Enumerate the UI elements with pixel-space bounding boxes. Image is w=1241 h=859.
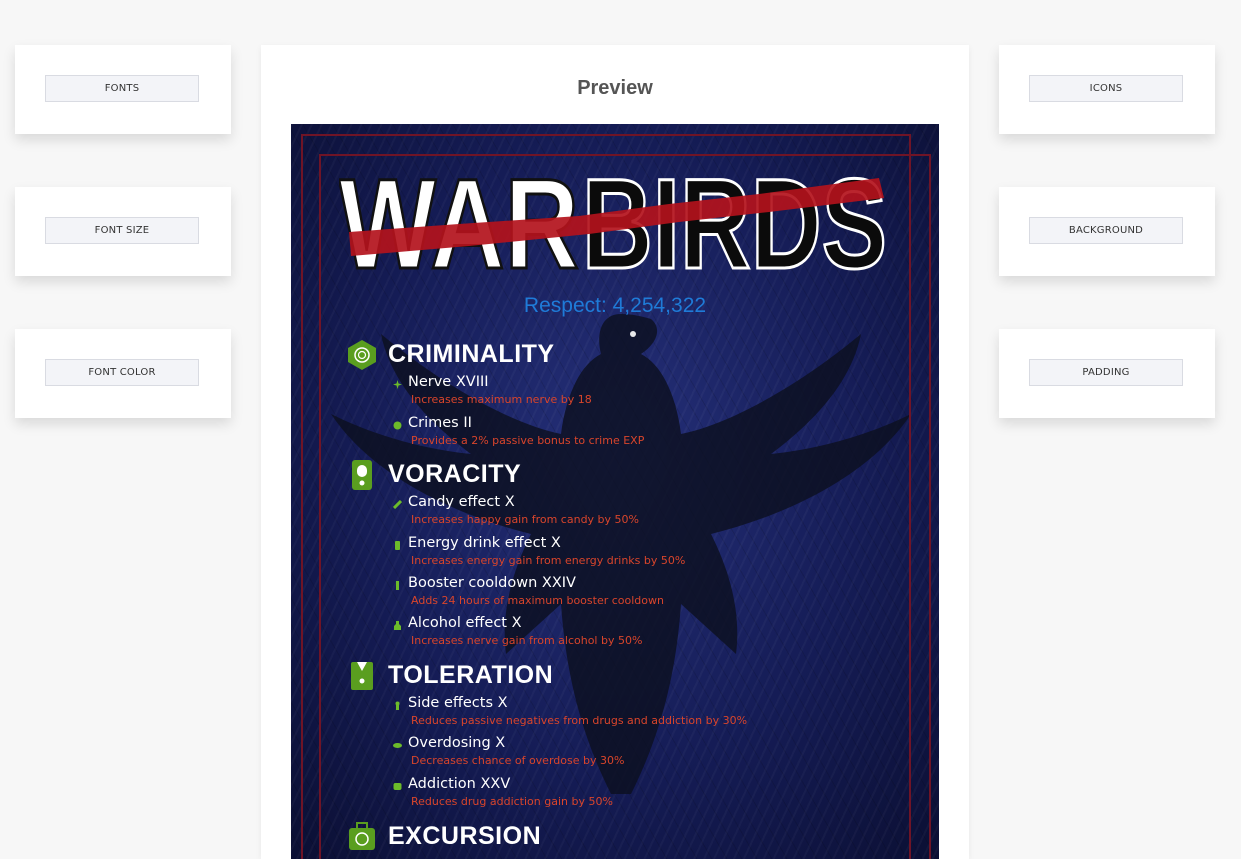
overdose-icon (393, 743, 402, 748)
background-card: BACKGROUND (999, 187, 1215, 276)
perk-desc: Reduces passive negatives from drugs and… (411, 714, 748, 727)
fingerprint-icon (348, 340, 376, 370)
perk-desc: Adds 24 hours of maximum booster cooldow… (411, 594, 664, 607)
section-title-criminality: CRIMINALITY (388, 340, 555, 368)
perk-desc: Provides a 2% passive bonus to crime EXP (411, 434, 645, 447)
font-size-button[interactable]: FONT SIZE (45, 217, 199, 244)
perk-name: Addiction XXV (408, 776, 511, 792)
perk-desc: Increases happy gain from candy by 50% (411, 513, 639, 526)
perk-desc: Increases nerve gain from alcohol by 50% (411, 634, 643, 647)
preview-panel: Preview WAR BIRDS Respect: 4,254,322 CRI… (261, 45, 969, 859)
perk-name: Crimes II (408, 415, 472, 431)
alcohol-icon (394, 621, 401, 630)
perk-name: Booster cooldown XXIV (408, 575, 576, 591)
section-title-excursion: EXCURSION (388, 822, 542, 850)
padding-card: PADDING (999, 329, 1215, 418)
font-color-button[interactable]: FONT COLOR (45, 359, 199, 386)
section-title-toleration: TOLERATION (388, 661, 554, 689)
canister-icon (352, 460, 372, 490)
banner-canvas: WAR BIRDS Respect: 4,254,322 CRIMINALITY… (291, 124, 939, 859)
energy-drink-icon (395, 541, 400, 550)
candy-icon (393, 500, 402, 509)
font-color-card: FONT COLOR (15, 329, 231, 418)
font-size-card: FONT SIZE (15, 187, 231, 276)
background-button[interactable]: BACKGROUND (1029, 217, 1183, 244)
perk-desc: Reduces drug addiction gain by 50% (411, 795, 613, 808)
perk-name: Overdosing X (408, 735, 506, 751)
nerve-icon (393, 380, 402, 389)
perk-name: Side effects X (408, 695, 508, 711)
icons-button[interactable]: ICONS (1029, 75, 1183, 102)
perk-name: Candy effect X (408, 494, 515, 510)
fonts-button[interactable]: FONTS (45, 75, 199, 102)
perk-name: Energy drink effect X (408, 535, 561, 551)
padding-button[interactable]: PADDING (1029, 359, 1183, 386)
fonts-card: FONTS (15, 45, 231, 134)
crimes-icon (393, 421, 402, 430)
preview-title: Preview (577, 77, 653, 99)
suitcase-icon (349, 822, 375, 850)
booster-icon (396, 581, 399, 590)
perk-name: Nerve XVIII (408, 374, 489, 390)
suit-icon (351, 662, 373, 690)
respect-text: Respect: 4,254,322 (523, 294, 707, 317)
addiction-icon (393, 783, 402, 790)
perk-desc: Increases maximum nerve by 18 (411, 393, 592, 406)
perk-desc: Increases energy gain from energy drinks… (411, 554, 686, 567)
side-effects-icon (395, 701, 400, 710)
section-title-voracity: VORACITY (388, 460, 522, 488)
icons-card: ICONS (999, 45, 1215, 134)
perk-name: Alcohol effect X (408, 615, 522, 631)
perk-desc: Decreases chance of overdose by 30% (411, 754, 625, 767)
warbirds-logo: WAR BIRDS (339, 164, 889, 276)
